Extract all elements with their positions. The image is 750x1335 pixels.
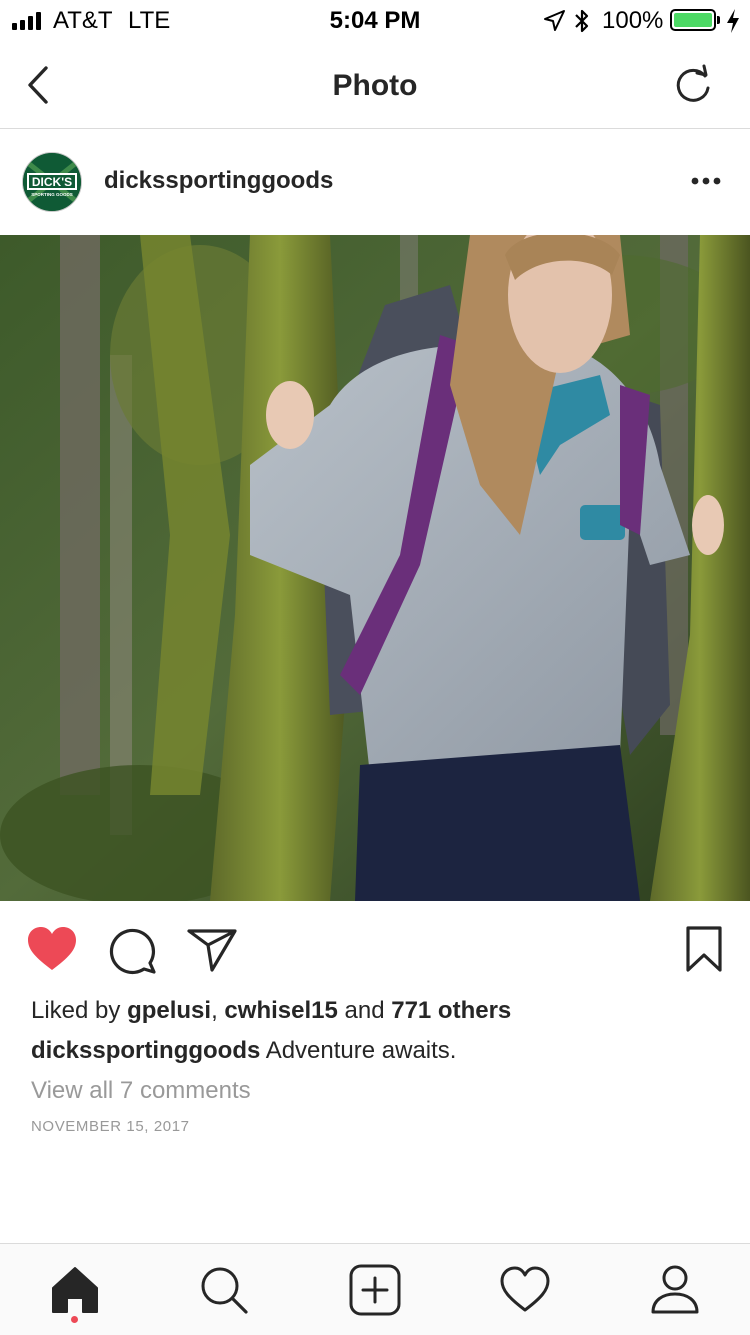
likes-separator: , [211, 997, 218, 1024]
post-photo[interactable] [0, 235, 750, 901]
refresh-icon[interactable] [674, 64, 714, 106]
bookmark-icon[interactable] [684, 925, 724, 973]
home-icon[interactable] [47, 1262, 103, 1318]
avatar[interactable]: DICK'S SPORTING GOODS [22, 152, 82, 212]
heart-icon[interactable] [26, 925, 78, 973]
battery-percent: 100% [602, 7, 664, 34]
comment-icon[interactable] [108, 925, 158, 975]
post-header: DICK'S SPORTING GOODS dickssportinggoods [0, 129, 750, 235]
likes-conjunction: and [344, 997, 385, 1024]
dicks-logo: DICK'S SPORTING GOODS [23, 153, 81, 211]
notification-dot [71, 1316, 78, 1323]
battery-nub [717, 16, 720, 24]
tab-bar [0, 1243, 750, 1335]
liker-link[interactable]: gpelusi [127, 997, 211, 1024]
post-username[interactable]: dickssportinggoods [104, 166, 333, 196]
svg-text:SPORTING GOODS: SPORTING GOODS [31, 192, 73, 197]
view-comments-link[interactable]: View all 7 comments [31, 1075, 251, 1107]
share-icon[interactable] [186, 927, 238, 973]
battery-fill [674, 13, 712, 27]
add-post-icon[interactable] [347, 1262, 403, 1318]
caption-text: Adventure awaits. [265, 1037, 457, 1064]
nav-header: Photo [0, 40, 750, 129]
more-dots-icon[interactable] [690, 176, 722, 186]
activity-heart-icon[interactable] [497, 1262, 553, 1318]
location-arrow-icon [544, 10, 565, 31]
battery-icon [670, 9, 716, 31]
likes-prefix: Liked by [31, 997, 121, 1024]
post-date: NOVEMBER 15, 2017 [31, 1118, 190, 1135]
profile-icon[interactable] [647, 1262, 703, 1318]
page-title: Photo [332, 69, 418, 102]
caption-username[interactable]: dickssportinggoods [31, 1037, 260, 1064]
post-caption: dickssportinggoods Adventure awaits. [31, 1035, 456, 1067]
charging-bolt-icon [727, 9, 739, 33]
post-actions [0, 901, 750, 1001]
search-icon[interactable] [196, 1262, 252, 1318]
liker-link[interactable]: cwhisel15 [224, 997, 337, 1024]
bluetooth-icon [575, 9, 589, 33]
status-bar: AT&T LTE 5:04 PM 100% [0, 0, 750, 40]
svg-text:DICK'S: DICK'S [32, 175, 72, 189]
hiker-in-forest-image [0, 235, 750, 901]
likes-line: Liked by gpelusi, cwhisel15 and 771 othe… [31, 995, 511, 1027]
likes-others-link[interactable]: 771 others [391, 997, 511, 1024]
